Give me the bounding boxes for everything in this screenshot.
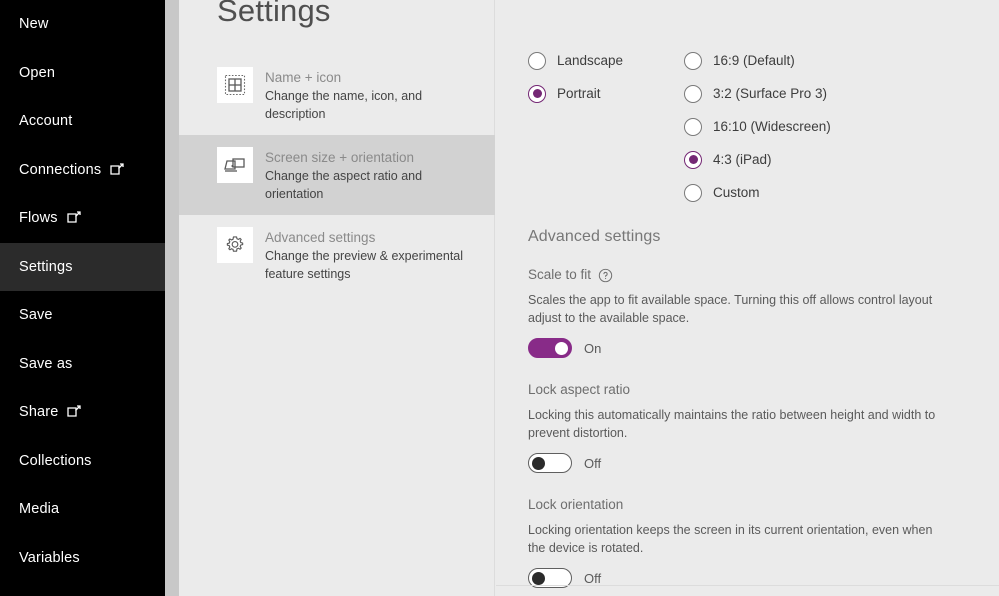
radio-option-16-9[interactable]: 16:9 (Default) [684, 44, 831, 77]
settings-category-pane: Settings Name + icon Change the name, ic… [179, 0, 495, 596]
settings-item-description: Change the name, icon, and description [265, 89, 423, 121]
setting-description: Locking orientation keeps the screen in … [528, 523, 933, 555]
radio-unchecked-icon [528, 51, 546, 70]
radio-option-label: 3:2 (Surface Pro 3) [713, 86, 828, 101]
settings-item-description: Change the aspect ratio and orientation [265, 169, 423, 201]
nav-item-label: Collections [19, 452, 92, 469]
nav-item-label: Share [19, 404, 59, 421]
grid-app-icon [217, 67, 253, 103]
app-window: New Open Account Connections Flows Setti… [0, 0, 999, 596]
nav-item-flows[interactable]: Flows [0, 194, 165, 243]
setting-label: Lock aspect ratio [528, 382, 631, 397]
settings-item-title: Name + icon [265, 70, 342, 85]
toggle-state-label: Off [584, 570, 602, 586]
nav-item-connections[interactable]: Connections [0, 146, 165, 195]
section-divider [496, 585, 999, 586]
external-link-icon [110, 163, 124, 175]
toggle-knob [532, 571, 545, 585]
nav-item-media[interactable]: Media [0, 485, 165, 534]
setting-label: Lock orientation [528, 497, 624, 512]
toggle-knob [532, 456, 545, 470]
setting-label-row: Lock aspect ratio [528, 382, 968, 397]
radio-checked-icon [684, 150, 702, 169]
toggle-state-label: On [584, 340, 602, 356]
settings-item-name-icon[interactable]: Name + icon Change the name, icon, and d… [179, 55, 495, 135]
advanced-settings-section: Advanced settings Scale to fit Scales th… [528, 228, 968, 596]
nav-item-label: Account [19, 113, 73, 130]
setting-group-lock-orientation: Lock orientation Locking orientation kee… [528, 497, 968, 588]
nav-item-label: Save as [19, 355, 73, 372]
radio-option-3-2[interactable]: 3:2 (Surface Pro 3) [684, 77, 831, 110]
toggle-scale-to-fit[interactable] [528, 338, 572, 358]
settings-item-text: Advanced settings Change the preview & e… [265, 227, 483, 283]
toggle-row: On [528, 338, 968, 358]
radio-option-custom[interactable]: Custom [684, 176, 831, 209]
settings-item-text: Screen size + orientation Change the asp… [265, 147, 483, 203]
setting-group-lock-aspect-ratio: Lock aspect ratio Locking this automatic… [528, 382, 968, 473]
radio-unchecked-icon [684, 51, 702, 70]
toggle-row: Off [528, 453, 968, 473]
radio-option-landscape[interactable]: Landscape [528, 44, 623, 77]
radio-option-label: 16:10 (Widescreen) [713, 119, 831, 134]
nav-item-label: Connections [19, 161, 102, 178]
toggle-lock-aspect-ratio[interactable] [528, 453, 572, 473]
settings-detail-pane: Landscape Portrait 16:9 (Default) 3:2 (S… [496, 0, 999, 596]
radio-unchecked-icon [684, 117, 702, 136]
setting-group-scale-to-fit: Scale to fit Scales the app to fit avail… [528, 267, 968, 358]
nav-item-save-as[interactable]: Save as [0, 340, 165, 389]
question-circle-icon[interactable] [598, 268, 613, 283]
radio-option-label: 16:9 (Default) [713, 53, 795, 68]
radio-option-label: 4:3 (iPad) [713, 152, 772, 167]
radio-option-portrait[interactable]: Portrait [528, 77, 623, 110]
nav-item-label: Open [19, 64, 56, 81]
radio-checked-icon [528, 84, 546, 103]
settings-item-text: Name + icon Change the name, icon, and d… [265, 67, 483, 123]
toggle-state-label: Off [584, 455, 602, 471]
external-link-icon [67, 405, 82, 417]
setting-description: Scales the app to fit available space. T… [528, 293, 933, 325]
settings-category-list: Name + icon Change the name, icon, and d… [179, 55, 495, 295]
nav-item-settings[interactable]: Settings [0, 242, 165, 291]
aspect-ratio-radio-group: 16:9 (Default) 3:2 (Surface Pro 3) 16:10… [684, 44, 831, 209]
page-title: Settings [217, 0, 331, 28]
nav-item-label: New [19, 16, 49, 33]
advanced-settings-heading: Advanced settings [528, 228, 661, 245]
nav-item-label: Media [19, 501, 60, 518]
setting-label-row: Scale to fit [528, 267, 968, 283]
toggle-knob [555, 341, 568, 355]
settings-item-description: Change the preview & experimental featur… [265, 249, 464, 281]
setting-label: Scale to fit [528, 267, 592, 282]
radio-option-label: Landscape [557, 53, 624, 68]
left-nav: New Open Account Connections Flows Setti… [0, 0, 165, 596]
settings-item-title: Advanced settings [265, 230, 376, 245]
nav-item-open[interactable]: Open [0, 49, 165, 98]
nav-item-label: Save [19, 307, 53, 324]
radio-unchecked-icon [684, 183, 702, 202]
nav-item-collections[interactable]: Collections [0, 437, 165, 486]
settings-item-title: Screen size + orientation [265, 150, 414, 165]
nav-item-save[interactable]: Save [0, 291, 165, 340]
devices-icon [217, 147, 253, 183]
radio-option-label: Custom [713, 185, 760, 200]
radio-option-label: Portrait [557, 86, 601, 101]
nav-item-variables[interactable]: Variables [0, 534, 165, 583]
orientation-radio-group: Landscape Portrait [528, 44, 623, 110]
nav-item-share[interactable]: Share [0, 388, 165, 437]
settings-item-screen-size-orientation[interactable]: Screen size + orientation Change the asp… [179, 135, 495, 215]
nav-item-account[interactable]: Account [0, 97, 165, 146]
gear-icon [217, 227, 253, 263]
vertical-scrollbar[interactable] [165, 0, 179, 596]
nav-item-label: Settings [19, 258, 73, 275]
radio-unchecked-icon [684, 84, 702, 103]
radio-option-16-10[interactable]: 16:10 (Widescreen) [684, 110, 831, 143]
nav-item-label: Flows [19, 210, 58, 227]
setting-label-row: Lock orientation [528, 497, 968, 512]
nav-item-new[interactable]: New [0, 0, 165, 49]
radio-option-4-3[interactable]: 4:3 (iPad) [684, 143, 831, 176]
external-link-icon [66, 211, 81, 223]
setting-description: Locking this automatically maintains the… [528, 408, 936, 440]
nav-item-label: Variables [19, 549, 80, 566]
settings-item-advanced-settings[interactable]: Advanced settings Change the preview & e… [179, 215, 495, 295]
